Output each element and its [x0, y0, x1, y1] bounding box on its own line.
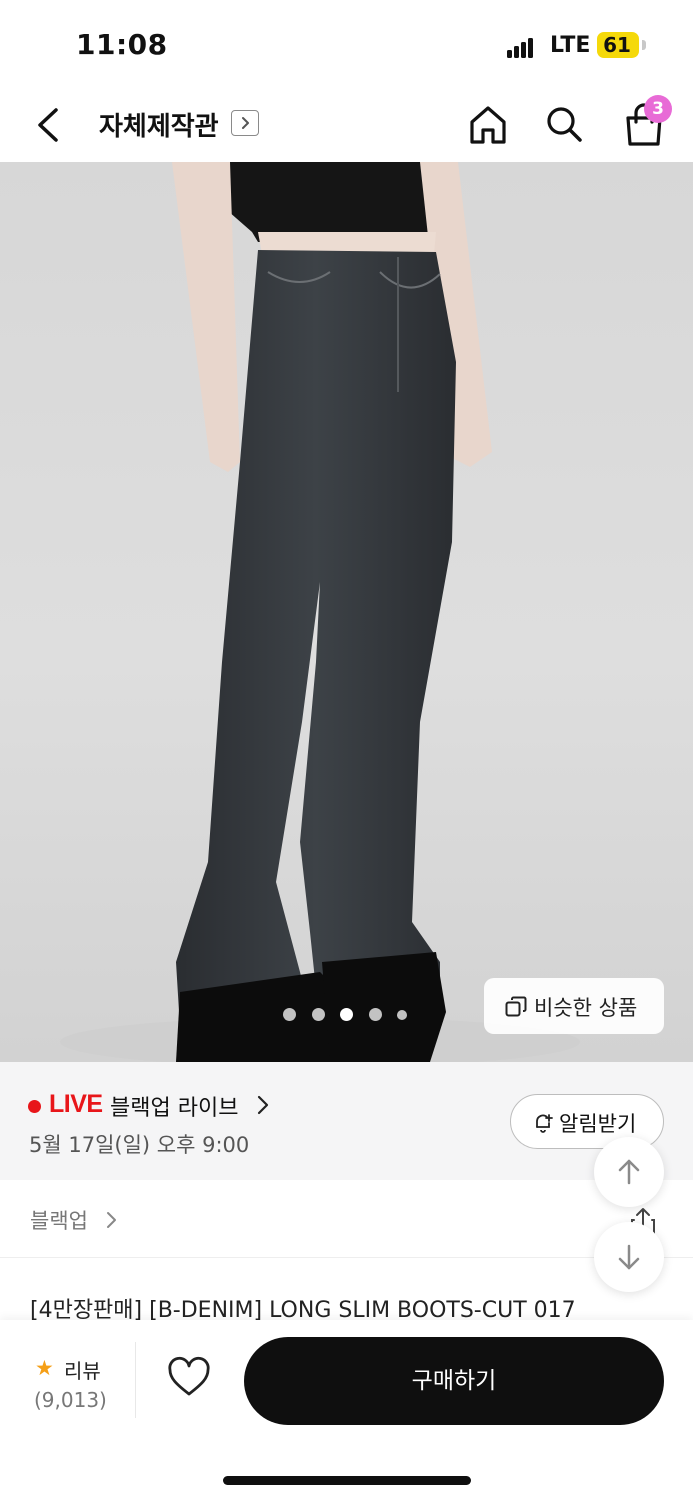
carousel-dot[interactable] [397, 1009, 407, 1020]
like-button[interactable] [166, 1356, 212, 1400]
live-badge: LIVE [49, 1090, 103, 1118]
carousel-dot[interactable] [283, 1008, 296, 1021]
battery-level: 61 [603, 33, 631, 57]
search-button[interactable] [542, 100, 586, 148]
search-icon [547, 107, 582, 142]
live-datetime: 5월 17일(일) 오후 9:00 [29, 1133, 250, 1157]
heart-icon [168, 1356, 210, 1396]
scroll-up-button[interactable] [594, 1137, 664, 1207]
battery-cap [642, 40, 646, 50]
live-banner[interactable]: LIVE 블랙업 라이브 5월 17일(일) 오후 9:00 알림받기 [0, 1062, 693, 1180]
carousel-dot-active[interactable] [340, 1008, 353, 1021]
network-label: LTE [550, 33, 591, 58]
page-title[interactable]: 자체제작관 [99, 106, 219, 143]
product-image[interactable] [0, 162, 693, 1062]
chevron-right-icon [257, 1095, 269, 1115]
scroll-down-button[interactable] [594, 1222, 664, 1292]
copy-icon [505, 996, 527, 1017]
star-icon: ★ [35, 1356, 54, 1380]
review-label[interactable]: 리뷰 [64, 1355, 101, 1384]
live-dot [28, 1100, 41, 1113]
battery-icon: 61 [597, 32, 639, 58]
product-photo [60, 162, 580, 1062]
signal-icon [507, 36, 535, 58]
bell-plus-icon [536, 1114, 553, 1133]
live-title[interactable]: 블랙업 라이브 [110, 1090, 238, 1122]
brand-row: 블랙업 [0, 1180, 693, 1258]
status-bar: 11:08 LTE 61 [0, 0, 693, 90]
similar-products-label: 비슷한 상품 [534, 996, 638, 1020]
review-count[interactable]: (9,013) [34, 1388, 107, 1412]
carousel-dot[interactable] [312, 1008, 325, 1021]
top-nav: 자체제작관 [0, 90, 693, 162]
arrow-up-icon [618, 1159, 640, 1185]
carousel-dot[interactable] [369, 1008, 382, 1021]
chevron-right-box-icon[interactable] [231, 110, 259, 136]
home-button[interactable] [466, 100, 510, 148]
home-indicator [223, 1476, 471, 1485]
arrow-down-icon [618, 1244, 640, 1270]
chevron-right-icon [107, 1212, 116, 1228]
notify-label: 알림받기 [559, 1112, 637, 1136]
status-time: 11:08 [76, 28, 168, 61]
back-button[interactable] [26, 100, 72, 150]
cart-count-badge: 3 [644, 95, 672, 123]
similar-products-button[interactable]: 비슷한 상품 [484, 978, 664, 1034]
buy-button[interactable]: 구매하기 [244, 1337, 664, 1425]
home-icon [470, 106, 506, 144]
brand-link[interactable]: 블랙업 [30, 1205, 88, 1235]
divider [135, 1342, 136, 1418]
back-icon [38, 108, 58, 142]
